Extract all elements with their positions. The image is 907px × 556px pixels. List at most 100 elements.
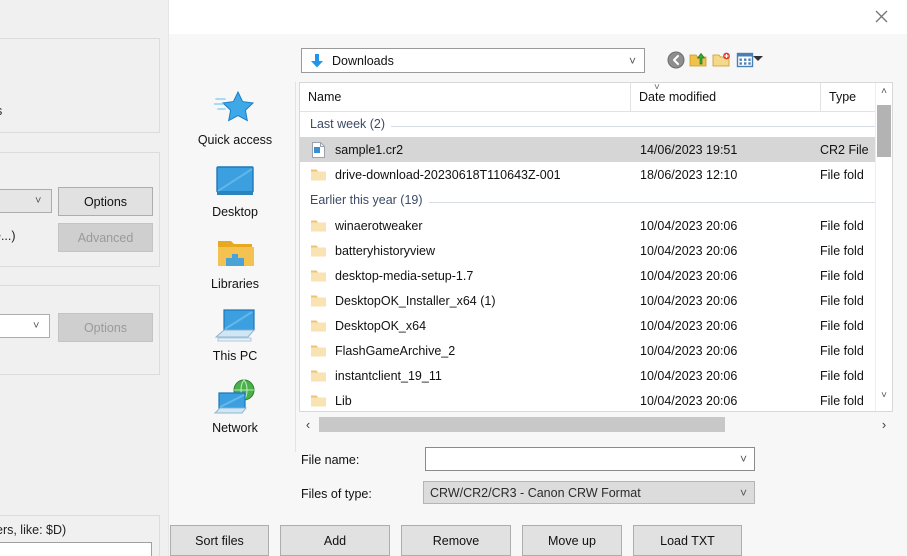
table-row[interactable]: drive-download-20230618T110643Z-001 18/0… (300, 162, 892, 187)
files-of-type-value: CRW/CR2/CR3 - Canon CRW Format (430, 486, 641, 500)
bg-text-field[interactable] (0, 542, 152, 556)
file-name-text: drive-download-20230618T110643Z-001 (335, 168, 561, 182)
file-list: Name Date modified Type ˅ Last week (2) (299, 82, 893, 412)
chevron-down-icon: ˅ (35, 196, 45, 206)
file-name-text: DesktopOK_x64 (335, 319, 426, 333)
file-name-text: FlashGameArchive_2 (335, 344, 455, 358)
table-row[interactable]: batteryhistoryview 10/04/2023 20:06 File… (300, 238, 892, 263)
remove-button[interactable]: Remove (401, 525, 511, 556)
add-button[interactable]: Add (280, 525, 390, 556)
new-folder-icon[interactable] (708, 47, 734, 73)
bg-group-2-text: e...) (0, 229, 18, 243)
open-file-dialog: Look in: Downloads ˅ (168, 0, 907, 556)
cell-date-modified: 10/04/2023 20:06 (640, 319, 737, 333)
sidebar-item-label: Desktop (212, 205, 258, 219)
star-icon (214, 88, 256, 132)
table-row[interactable]: instantclient_19_11 10/04/2023 20:06 Fil… (300, 363, 892, 388)
bg-combo-1[interactable]: ˅ (0, 189, 52, 213)
file-name-text: desktop-media-setup-1.7 (335, 269, 473, 283)
group-header-row[interactable]: Earlier this year (19) (300, 187, 892, 213)
files-of-type-select[interactable]: CRW/CR2/CR3 - Canon CRW Format ˅ (423, 481, 755, 504)
computer-icon (212, 304, 258, 348)
folder-icon (310, 318, 327, 334)
sidebar-item-label: Libraries (211, 277, 259, 291)
group-header-row[interactable]: Last week (2) (300, 111, 892, 137)
table-row[interactable]: FlashGameArchive_2 10/04/2023 20:06 File… (300, 338, 892, 363)
downloads-arrow-icon (308, 53, 326, 69)
sidebar-item-network[interactable]: Network (175, 376, 295, 448)
cell-date-modified: 10/04/2023 20:06 (640, 244, 737, 258)
sidebar-item-quick-access[interactable]: Quick access (175, 88, 295, 160)
horizontal-scrollbar[interactable]: ‹ › (299, 412, 893, 437)
sidebar-item-desktop[interactable]: Desktop (175, 160, 295, 232)
table-row[interactable]: desktop-media-setup-1.7 10/04/2023 20:06… (300, 263, 892, 288)
cell-name: FlashGameArchive_2 (310, 343, 455, 359)
cell-date-modified: 10/04/2023 20:06 (640, 269, 737, 283)
scroll-right-icon[interactable]: › (875, 412, 893, 437)
scroll-up-icon[interactable]: ˄ (876, 83, 892, 100)
folder-icon (310, 368, 327, 384)
cell-date-modified: 18/06/2023 12:10 (640, 168, 737, 182)
scroll-left-icon[interactable]: ‹ (299, 412, 317, 437)
group-divider (310, 126, 886, 127)
file-name-text: batteryhistoryview (335, 244, 435, 258)
sidebar-item-this-pc[interactable]: This PC (175, 304, 295, 376)
vertical-scrollbar[interactable]: ˄ ˅ (875, 83, 892, 411)
network-globe-icon (212, 376, 258, 420)
cell-type: File fold (820, 244, 864, 258)
file-name-text: instantclient_19_11 (335, 369, 442, 383)
horizontal-scrollbar-thumb[interactable] (319, 417, 725, 432)
chevron-down-icon[interactable] (753, 56, 763, 61)
cell-type: File fold (820, 168, 864, 182)
vertical-scrollbar-thumb[interactable] (877, 105, 891, 157)
load-txt-button[interactable]: Load TXT (633, 525, 742, 556)
table-row[interactable]: DesktopOK_Installer_x64 (1) 10/04/2023 2… (300, 288, 892, 313)
files-of-type-label: Files of type: (301, 487, 372, 501)
bg-options-button-1[interactable]: Options (58, 187, 153, 216)
file-name-label: File name: (301, 453, 359, 467)
cell-date-modified: 10/04/2023 20:06 (640, 294, 737, 308)
lookin-combobox[interactable]: Downloads ˅ (301, 48, 645, 73)
bg-combo-2[interactable]: ˅ (0, 314, 50, 338)
folder-icon (310, 243, 327, 259)
table-row[interactable]: winaerotweaker 10/04/2023 20:06 File fol… (300, 213, 892, 238)
cell-type: File fold (820, 269, 864, 283)
cell-name: sample1.cr2 (310, 142, 403, 158)
dialog-button-bar: Sort files Add Remove Move up Load TXT (169, 525, 907, 556)
table-row[interactable]: DesktopOK_x64 10/04/2023 20:06 File fold (300, 313, 892, 338)
cell-type: CR2 File (820, 143, 869, 157)
close-icon[interactable] (858, 0, 904, 32)
group-header-label: Earlier this year (19) (310, 193, 429, 207)
cell-date-modified: 10/04/2023 20:06 (640, 219, 737, 233)
column-header-name[interactable]: Name (300, 83, 630, 111)
table-row[interactable]: Lib 10/04/2023 20:06 File fold (300, 388, 892, 412)
cell-type: File fold (820, 394, 864, 408)
file-name-text: winaerotweaker (335, 219, 423, 233)
cell-name: drive-download-20230618T110643Z-001 (310, 167, 561, 183)
chevron-down-icon: ˅ (33, 321, 43, 331)
folder-icon (310, 268, 327, 284)
move-up-button[interactable]: Move up (522, 525, 622, 556)
group-header-label: Last week (2) (310, 117, 391, 131)
file-name-input[interactable]: ˅ (425, 447, 755, 471)
chevron-down-icon[interactable]: ˅ (740, 487, 747, 499)
bg-group-1-text: s (0, 104, 4, 118)
bg-group-1 (0, 38, 160, 133)
dialog-titlebar (169, 0, 907, 34)
cell-name: winaerotweaker (310, 218, 423, 234)
sidebar-item-libraries[interactable]: Libraries (175, 232, 295, 304)
file-rows: Last week (2) sample1.cr2 14/06/2023 19:… (300, 111, 892, 412)
cell-date-modified: 10/04/2023 20:06 (640, 344, 737, 358)
sidebar-item-label: Network (212, 421, 258, 435)
table-row[interactable]: sample1.cr2 14/06/2023 19:51 CR2 File (300, 137, 892, 162)
sort-files-button[interactable]: Sort files (170, 525, 269, 556)
bg-options-button-2: Options (58, 313, 153, 342)
cell-type: File fold (820, 319, 864, 333)
folder-icon (310, 293, 327, 309)
file-icon (310, 142, 327, 158)
chevron-down-icon[interactable]: ˅ (740, 453, 747, 465)
scroll-down-icon[interactable]: ˅ (876, 387, 892, 404)
chevron-down-icon[interactable]: ˅ (629, 55, 636, 67)
cell-date-modified: 14/06/2023 19:51 (640, 143, 737, 157)
cell-name: desktop-media-setup-1.7 (310, 268, 473, 284)
